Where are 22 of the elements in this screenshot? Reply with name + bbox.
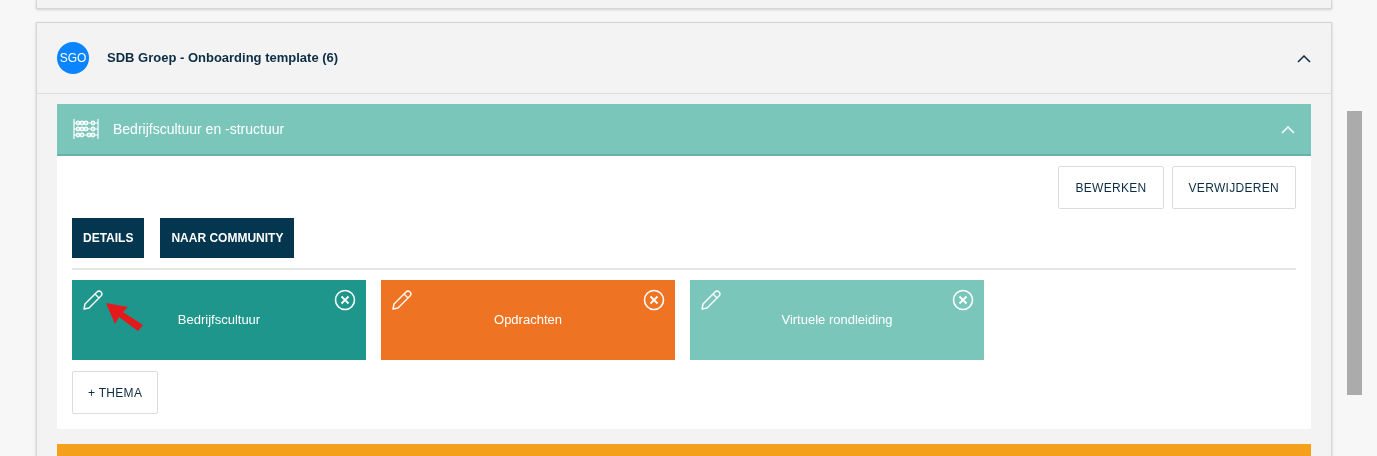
- collapse-icon[interactable]: [1297, 54, 1311, 63]
- details-button[interactable]: DETAILS: [72, 218, 145, 258]
- close-icon[interactable]: [952, 289, 974, 311]
- abacus-icon: [73, 118, 99, 140]
- add-theme-button[interactable]: + THEMA: [72, 371, 159, 414]
- community-button[interactable]: NAAR COMMUNITY: [160, 218, 295, 258]
- avatar: SGO: [57, 42, 89, 74]
- theme-title: Opdrachten: [494, 311, 562, 330]
- section-title: Bedrijfscultuur en -structuur: [113, 119, 285, 139]
- group-title: SDB Groep - Onboarding template (6): [107, 49, 339, 68]
- close-icon[interactable]: [643, 289, 665, 311]
- scrollbar[interactable]: [1347, 111, 1362, 395]
- close-icon[interactable]: [334, 289, 356, 311]
- edit-button[interactable]: BEWERKEN: [1058, 166, 1164, 209]
- pencil-icon[interactable]: [82, 289, 104, 311]
- pencil-icon[interactable]: [391, 289, 413, 311]
- theme-tile[interactable]: Bedrijfscultuur: [72, 280, 366, 360]
- delete-button[interactable]: VERWIJDEREN: [1171, 166, 1296, 209]
- theme-title: Bedrijfscultuur: [177, 311, 261, 330]
- pointer-arrow-icon: [106, 303, 144, 331]
- pencil-icon[interactable]: [700, 289, 722, 311]
- theme-title: Virtuele rondleiding: [781, 311, 893, 330]
